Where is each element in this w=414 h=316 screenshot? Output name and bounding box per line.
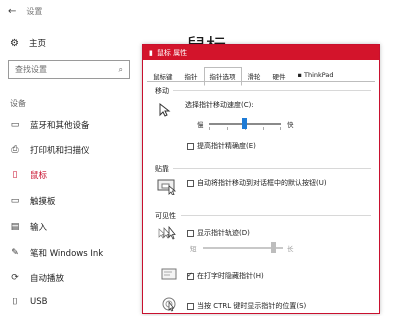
sidebar-item-usb[interactable]: ⌷ USB — [10, 297, 47, 307]
dialog-title: 鼠标 属性 — [156, 48, 188, 57]
snap-label: 自动将指针移动到对话框中的默认按钮(U) — [197, 179, 327, 187]
pointer-trails-icon — [157, 225, 179, 242]
search-input[interactable]: 查找设置 ⌕ — [8, 60, 130, 79]
snap-to-icon — [157, 179, 179, 196]
ctrl-location-option[interactable]: 当按 CTRL 键时显示指针的位置(S) — [187, 301, 306, 311]
dialog-title-bar: ▮ 鼠标 属性 — [143, 45, 379, 60]
sidebar-item-pen[interactable]: ✎ 笔和 Windows Ink — [10, 247, 103, 259]
pointer-speed-icon — [157, 102, 173, 118]
tab-thinkpad-label: ThinkPad — [303, 71, 334, 79]
sidebar-item-printers[interactable]: ⎙ 打印机和扫描仪 — [10, 144, 90, 156]
back-arrow-icon[interactable]: ← — [8, 6, 16, 17]
keyboard-icon: ▤ — [10, 222, 20, 232]
sidebar-item-mouse[interactable]: ▯ 鼠标 — [10, 169, 48, 181]
group-motion-label: 移动 — [155, 87, 169, 95]
short-label: 短 — [190, 245, 197, 253]
precision-label: 提高指针精确度(E) — [197, 142, 256, 150]
hide-while-typing-checkbox[interactable] — [187, 271, 194, 280]
sidebar-item-label: 自动播放 — [30, 274, 65, 284]
gear-icon: ⚙ — [10, 37, 19, 49]
sidebar-item-label: 打印机和扫描仪 — [30, 146, 90, 156]
sidebar-item-label: 蓝牙和其他设备 — [30, 121, 90, 131]
sidebar-item-bluetooth[interactable]: ▭ 蓝牙和其他设备 — [10, 119, 90, 131]
hide-pointer-icon — [161, 266, 177, 282]
group-snap-label: 贴靠 — [155, 165, 169, 173]
usb-icon: ⌷ — [12, 297, 18, 307]
sidebar-item-label: USB — [30, 297, 48, 307]
trails-option[interactable]: 显示指针轨迹(D) — [187, 228, 250, 238]
touchpad-icon: ▭ — [10, 196, 20, 206]
trails-checkbox[interactable] — [187, 229, 194, 237]
sidebar-item-label: 输入 — [30, 223, 48, 233]
mouse-icon: ▯ — [12, 170, 18, 180]
sidebar-item-label: 触摸板 — [30, 197, 56, 207]
divider — [181, 215, 371, 216]
ctrl-label: 当按 CTRL 键时显示指针的位置(S) — [197, 302, 307, 310]
printer-icon: ⎙ — [11, 145, 19, 155]
sidebar-item-autoplay[interactable]: ⟳ 自动播放 — [10, 272, 64, 284]
speed-label: 选择指针移动速度(C): — [185, 101, 254, 109]
slider-tick — [209, 127, 210, 130]
snap-checkbox[interactable] — [187, 179, 194, 187]
search-icon: ⌕ — [118, 64, 123, 74]
hide-label: 在打字时隐藏指针(H) — [197, 272, 264, 280]
snap-option[interactable]: 自动将指针移动到对话框中的默认按钮(U) — [187, 178, 327, 188]
slow-label: 慢 — [197, 121, 204, 129]
bluetooth-devices-icon: ▭ — [10, 120, 20, 130]
trails-label: 显示指针轨迹(D) — [197, 229, 250, 237]
autoplay-icon: ⟳ — [11, 273, 19, 283]
group-visibility-label: 可见性 — [155, 212, 176, 220]
home-link[interactable]: ⚙ 主页 — [10, 37, 46, 50]
sidebar-item-label: 笔和 Windows Ink — [30, 249, 104, 259]
speed-slider-thumb[interactable] — [242, 118, 247, 129]
sidebar-item-typing[interactable]: ▤ 输入 — [10, 221, 47, 233]
title-bar: ← 设置 — [8, 6, 42, 17]
sidebar-item-label: 鼠标 — [30, 171, 48, 181]
search-placeholder: 查找设置 — [15, 65, 47, 74]
slider-tick — [227, 127, 228, 130]
home-label: 主页 — [28, 39, 46, 49]
tab-body: 移动 选择指针移动速度(C): 慢 快 提高指针精确度(E) 贴靠 自动将指针移… — [147, 81, 375, 313]
section-label: 设备 — [10, 99, 26, 108]
trails-slider-thumb[interactable] — [271, 242, 276, 253]
long-label: 长 — [287, 245, 294, 253]
slider-tick — [280, 127, 281, 130]
show-location-icon — [161, 296, 177, 312]
mouse-properties-dialog: ▮ 鼠标 属性 鼠标键 指针 指针选项 滑轮 硬件 ▪ ThinkPad 移动 … — [142, 44, 380, 314]
fast-label: 快 — [287, 121, 294, 129]
thinkpad-icon: ▪ — [297, 71, 302, 79]
mouse-icon: ▮ — [149, 48, 153, 57]
precision-option[interactable]: 提高指针精确度(E) — [187, 141, 256, 151]
pen-icon: ✎ — [11, 248, 19, 258]
sidebar-item-touchpad[interactable]: ▭ 触摸板 — [10, 195, 56, 207]
slider-tick — [263, 127, 264, 130]
ctrl-location-checkbox[interactable] — [187, 302, 194, 310]
window-title: 设置 — [26, 7, 43, 16]
hide-while-typing-option[interactable]: 在打字时隐藏指针(H) — [187, 271, 264, 281]
divider — [173, 90, 371, 91]
divider — [173, 168, 371, 169]
precision-checkbox[interactable] — [187, 142, 194, 150]
